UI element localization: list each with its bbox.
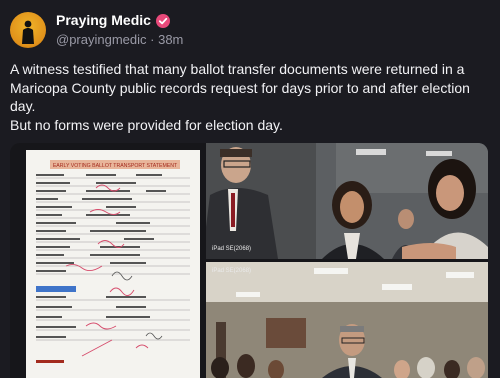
post-body: A witness testified that many ballot tra… xyxy=(10,60,480,134)
verified-badge-icon xyxy=(155,13,170,28)
meta-separator: · xyxy=(150,32,159,47)
video-label-top: iPad SE(2068) xyxy=(212,246,252,252)
post-time[interactable]: 38m xyxy=(158,32,183,47)
video-label-bottom: iPad SE(2068) xyxy=(212,268,252,274)
post-header: Praying Medic @prayingmedic · 38m xyxy=(10,10,183,50)
praying-figure-icon xyxy=(22,20,34,44)
hearing-scene-top xyxy=(206,143,488,259)
post-text-line-2: But no forms were provided for election … xyxy=(10,116,283,133)
post-text-line-1: A witness testified that many ballot tra… xyxy=(10,61,470,115)
avatar[interactable] xyxy=(10,12,46,48)
author-name[interactable]: Praying Medic xyxy=(56,12,151,29)
ballot-transport-document-image[interactable]: EARLY VOTING BALLOT TRANSPORT STATEMENT xyxy=(26,150,200,378)
hearing-video-top[interactable]: iPad SE(2068) xyxy=(206,143,488,259)
author-meta: @prayingmedic · 38m xyxy=(56,31,183,48)
post-media[interactable]: EARLY VOTING BALLOT TRANSPORT STATEMENT xyxy=(10,143,488,378)
document-heading: EARLY VOTING BALLOT TRANSPORT STATEMENT xyxy=(53,163,178,169)
document-illustration: EARLY VOTING BALLOT TRANSPORT STATEMENT xyxy=(26,150,200,378)
hearing-scene-bottom xyxy=(206,262,488,378)
hearing-video-bottom[interactable]: iPad SE(2068) xyxy=(206,262,488,378)
author-handle[interactable]: @prayingmedic xyxy=(56,32,147,47)
